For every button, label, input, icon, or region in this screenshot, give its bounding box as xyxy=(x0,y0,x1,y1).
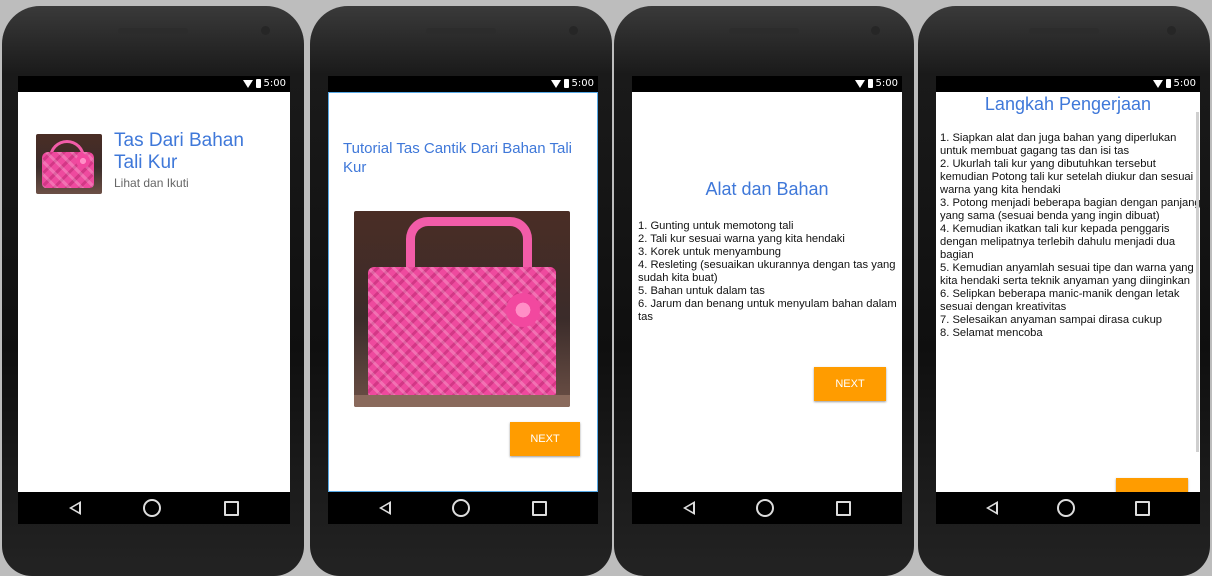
front-camera xyxy=(261,26,270,35)
front-camera xyxy=(569,26,578,35)
status-bar: 5:00 xyxy=(632,76,902,92)
home-list-item[interactable]: Tas Dari Bahan Tali Kur Lihat dan Ikuti xyxy=(36,130,280,200)
navigation-bar xyxy=(18,492,290,524)
speaker-grille xyxy=(118,28,188,34)
home-item-title: Tas Dari Bahan Tali Kur xyxy=(114,130,244,173)
status-time: 5:00 xyxy=(875,78,898,89)
status-bar: 5:00 xyxy=(18,76,290,92)
list-item: 6. Jarum dan benang untuk menyulam bahan… xyxy=(638,298,897,323)
screen: 5:00 Langkah Pengerjaan 1. Siapkan alat … xyxy=(936,76,1200,524)
wifi-icon xyxy=(1152,79,1163,88)
phone-frame: 5:00 Alat dan Bahan 1. Gunting untuk mem… xyxy=(614,6,914,576)
list-item: 1. Siapkan alat dan juga bahan yang dipe… xyxy=(940,132,1177,157)
tutorial-content: Tutorial Tas Cantik Dari Bahan Tali Kur … xyxy=(328,92,598,492)
list-item: 8. Selamat mencoba xyxy=(940,327,1043,339)
materials-list: 1. Gunting untuk memotong tali 2. Tali k… xyxy=(638,220,902,324)
back-icon[interactable] xyxy=(378,501,391,515)
materials-content: Alat dan Bahan 1. Gunting untuk memotong… xyxy=(632,92,902,492)
home-icon[interactable] xyxy=(143,499,162,517)
status-time: 5:00 xyxy=(263,78,286,89)
wifi-icon xyxy=(854,79,865,88)
recent-apps-icon[interactable] xyxy=(532,500,548,516)
screen: 5:00 Tas Dari Bahan Tali Kur Lihat dan I… xyxy=(18,76,290,524)
phone-1: 5:00 Tas Dari Bahan Tali Kur Lihat dan I… xyxy=(0,0,306,576)
steps-content: Langkah Pengerjaan 1. Siapkan alat dan j… xyxy=(936,92,1200,508)
phone-frame: 5:00 Langkah Pengerjaan 1. Siapkan alat … xyxy=(918,6,1210,576)
phone-4: 5:00 Langkah Pengerjaan 1. Siapkan alat … xyxy=(916,0,1212,576)
battery-icon xyxy=(867,79,873,88)
navigation-bar xyxy=(632,492,902,524)
next-button[interactable]: NEXT xyxy=(814,367,886,401)
wifi-icon xyxy=(242,79,253,88)
status-bar: 5:00 xyxy=(328,76,598,92)
list-item: 5. Kemudian anyamlah sesuai tipe dan war… xyxy=(940,262,1194,287)
steps-title: Langkah Pengerjaan xyxy=(984,94,1152,114)
phone-frame: 5:00 Tas Dari Bahan Tali Kur Lihat dan I… xyxy=(2,6,304,576)
status-time: 5:00 xyxy=(571,78,594,89)
recent-apps-icon[interactable] xyxy=(223,500,239,516)
list-item: 3. Korek untuk menyambung xyxy=(638,246,782,258)
home-icon[interactable] xyxy=(1057,499,1076,517)
battery-icon xyxy=(255,79,261,88)
home-content: Tas Dari Bahan Tali Kur Lihat dan Ikuti xyxy=(18,92,290,492)
wifi-icon xyxy=(550,79,561,88)
materials-title: Alat dan Bahan xyxy=(705,179,829,199)
list-item: 6. Selipkan beberapa manic-manik dengan … xyxy=(940,288,1180,313)
back-icon[interactable] xyxy=(985,501,998,515)
list-item: 5. Bahan untuk dalam tas xyxy=(638,285,765,297)
back-icon[interactable] xyxy=(69,501,82,515)
list-item: 2. Tali kur sesuai warna yang kita henda… xyxy=(638,233,845,245)
back-icon[interactable] xyxy=(682,501,695,515)
battery-icon xyxy=(1165,79,1171,88)
front-camera xyxy=(1167,26,1176,35)
front-camera xyxy=(871,26,880,35)
next-button[interactable]: NEXT xyxy=(510,422,580,456)
navigation-bar xyxy=(936,492,1200,524)
bag-thumbnail xyxy=(36,134,102,194)
steps-list: 1. Siapkan alat dan juga bahan yang dipe… xyxy=(940,132,1200,340)
status-time: 5:00 xyxy=(1173,78,1196,89)
screen: 5:00 Alat dan Bahan 1. Gunting untuk mem… xyxy=(632,76,902,524)
battery-icon xyxy=(563,79,569,88)
speaker-grille xyxy=(1029,28,1099,34)
navigation-bar xyxy=(328,492,598,524)
bag-photo xyxy=(354,211,570,407)
list-item: 3. Potong menjadi beberapa bagian dengan… xyxy=(940,197,1200,222)
phone-2: 5:00 Tutorial Tas Cantik Dari Bahan Tali… xyxy=(308,0,614,576)
recent-apps-icon[interactable] xyxy=(836,500,852,516)
list-item: 1. Gunting untuk memotong tali xyxy=(638,220,794,232)
phone-3: 5:00 Alat dan Bahan 1. Gunting untuk mem… xyxy=(612,0,916,576)
list-item: 4. Kemudian ikatkan tali kur kepada peng… xyxy=(940,223,1176,261)
speaker-grille xyxy=(426,28,496,34)
speaker-grille xyxy=(729,28,799,34)
home-item-subtitle: Lihat dan Ikuti xyxy=(114,176,189,190)
list-item: 4. Resleting (sesuaikan ukurannya dengan… xyxy=(638,259,896,284)
phone-frame: 5:00 Tutorial Tas Cantik Dari Bahan Tali… xyxy=(310,6,612,576)
screen: 5:00 Tutorial Tas Cantik Dari Bahan Tali… xyxy=(328,76,598,524)
recent-apps-icon[interactable] xyxy=(1135,500,1151,516)
scrollbar[interactable] xyxy=(1196,112,1199,452)
home-icon[interactable] xyxy=(452,499,471,517)
home-icon[interactable] xyxy=(756,499,775,517)
tutorial-title: Tutorial Tas Cantik Dari Bahan Tali Kur xyxy=(343,140,572,176)
list-item: 2. Ukurlah tali kur yang dibutuhkan ters… xyxy=(940,158,1194,196)
status-bar: 5:00 xyxy=(936,76,1200,92)
list-item: 7. Selesaikan anyaman sampai dirasa cuku… xyxy=(940,314,1163,326)
